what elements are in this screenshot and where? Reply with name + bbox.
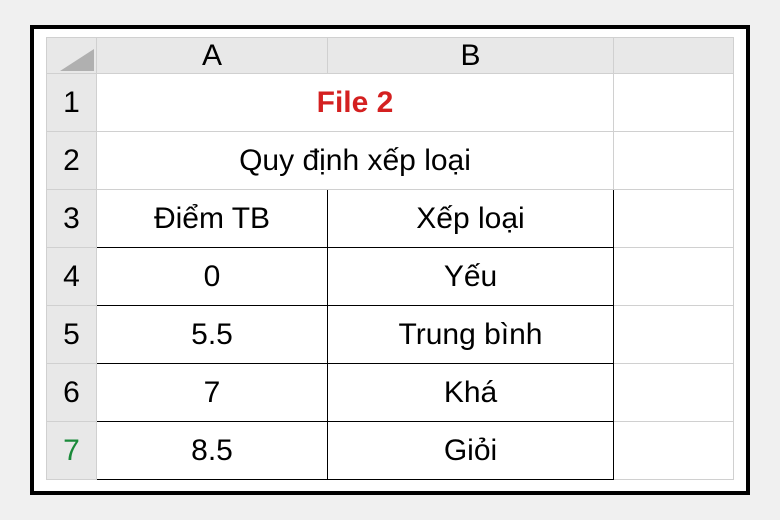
spreadsheet: A B 1 File 2 2 Quy định xếp loại 3 Điểm … (46, 37, 734, 483)
cell-B3[interactable]: Xếp loại (328, 190, 614, 248)
cell-B6[interactable]: Khá (328, 364, 614, 422)
cell-C7[interactable] (614, 422, 734, 480)
col-header-A[interactable]: A (97, 38, 328, 74)
cell-A4[interactable]: 0 (97, 248, 328, 306)
cell-title[interactable]: File 2 (97, 74, 614, 132)
select-all-triangle-icon (60, 49, 94, 71)
row-6: 6 7 Khá (47, 364, 734, 422)
col-header-empty[interactable] (614, 38, 734, 74)
cell-C5[interactable] (614, 306, 734, 364)
row-7: 7 8.5 Giỏi (47, 422, 734, 480)
cell-subtitle[interactable]: Quy định xếp loại (97, 132, 614, 190)
cell-B4[interactable]: Yếu (328, 248, 614, 306)
row-header-7[interactable]: 7 (47, 422, 97, 480)
cell-C4[interactable] (614, 248, 734, 306)
cell-C2[interactable] (614, 132, 734, 190)
cell-C6[interactable] (614, 364, 734, 422)
row-header-1[interactable]: 1 (47, 74, 97, 132)
col-header-B[interactable]: B (328, 38, 614, 74)
cell-A5[interactable]: 5.5 (97, 306, 328, 364)
cell-A3[interactable]: Điểm TB (97, 190, 328, 248)
row-header-6[interactable]: 6 (47, 364, 97, 422)
row-5: 5 5.5 Trung bình (47, 306, 734, 364)
row-header-2[interactable]: 2 (47, 132, 97, 190)
cell-A6[interactable]: 7 (97, 364, 328, 422)
row-header-4[interactable]: 4 (47, 248, 97, 306)
cell-C1[interactable] (614, 74, 734, 132)
cell-A7[interactable]: 8.5 (97, 422, 328, 480)
cell-B5[interactable]: Trung bình (328, 306, 614, 364)
row-3: 3 Điểm TB Xếp loại (47, 190, 734, 248)
row-2: 2 Quy định xếp loại (47, 132, 734, 190)
screenshot-frame: A B 1 File 2 2 Quy định xếp loại 3 Điểm … (30, 25, 750, 495)
cell-C3[interactable] (614, 190, 734, 248)
row-header-3[interactable]: 3 (47, 190, 97, 248)
row-header-5[interactable]: 5 (47, 306, 97, 364)
row-1: 1 File 2 (47, 74, 734, 132)
grid-table: A B 1 File 2 2 Quy định xếp loại 3 Điểm … (46, 37, 734, 480)
row-4: 4 0 Yếu (47, 248, 734, 306)
cell-B7[interactable]: Giỏi (328, 422, 614, 480)
select-all-corner[interactable] (47, 38, 97, 74)
column-header-row: A B (47, 38, 734, 74)
